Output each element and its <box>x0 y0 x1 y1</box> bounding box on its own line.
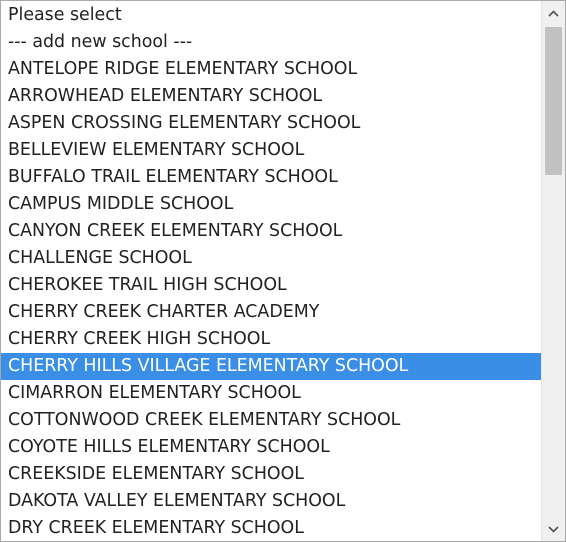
option-school[interactable]: CREEKSIDE ELEMENTARY SCHOOL <box>1 461 542 488</box>
option-school[interactable]: DRY CREEK ELEMENTARY SCHOOL <box>1 515 542 541</box>
option-school[interactable]: ARROWHEAD ELEMENTARY SCHOOL <box>1 83 542 110</box>
option-school[interactable]: DAKOTA VALLEY ELEMENTARY SCHOOL <box>1 488 542 515</box>
option-school[interactable]: CANYON CREEK ELEMENTARY SCHOOL <box>1 218 542 245</box>
option-school[interactable]: BUFFALO TRAIL ELEMENTARY SCHOOL <box>1 164 542 191</box>
option-school[interactable]: BELLEVIEW ELEMENTARY SCHOOL <box>1 137 542 164</box>
option-school[interactable]: CAMPUS MIDDLE SCHOOL <box>1 191 542 218</box>
option-school[interactable]: COYOTE HILLS ELEMENTARY SCHOOL <box>1 434 542 461</box>
option-school[interactable]: ANTELOPE RIDGE ELEMENTARY SCHOOL <box>1 56 542 83</box>
option-school[interactable]: CHEROKEE TRAIL HIGH SCHOOL <box>1 272 542 299</box>
school-listbox[interactable]: Please select --- add new school --- ANT… <box>0 0 566 542</box>
option-school[interactable]: COTTONWOOD CREEK ELEMENTARY SCHOOL <box>1 407 542 434</box>
school-options-list: Please select --- add new school --- ANT… <box>1 2 542 541</box>
scrollbar-thumb[interactable] <box>545 27 562 175</box>
option-please-select[interactable]: Please select <box>1 2 542 29</box>
option-school[interactable]: ASPEN CROSSING ELEMENTARY SCHOOL <box>1 110 542 137</box>
chevron-down-icon <box>548 525 559 533</box>
vertical-scrollbar[interactable] <box>541 1 565 541</box>
scroll-down-button[interactable] <box>542 517 565 541</box>
option-school[interactable]: CHERRY CREEK CHARTER ACADEMY <box>1 299 542 326</box>
chevron-up-icon <box>548 9 559 17</box>
option-school[interactable]: CHERRY CREEK HIGH SCHOOL <box>1 326 542 353</box>
scroll-up-button[interactable] <box>542 1 565 25</box>
option-school[interactable]: CHALLENGE SCHOOL <box>1 245 542 272</box>
option-add-new-school[interactable]: --- add new school --- <box>1 29 542 56</box>
option-school[interactable]: CIMARRON ELEMENTARY SCHOOL <box>1 380 542 407</box>
option-school-selected[interactable]: CHERRY HILLS VILLAGE ELEMENTARY SCHOOL <box>1 353 542 380</box>
